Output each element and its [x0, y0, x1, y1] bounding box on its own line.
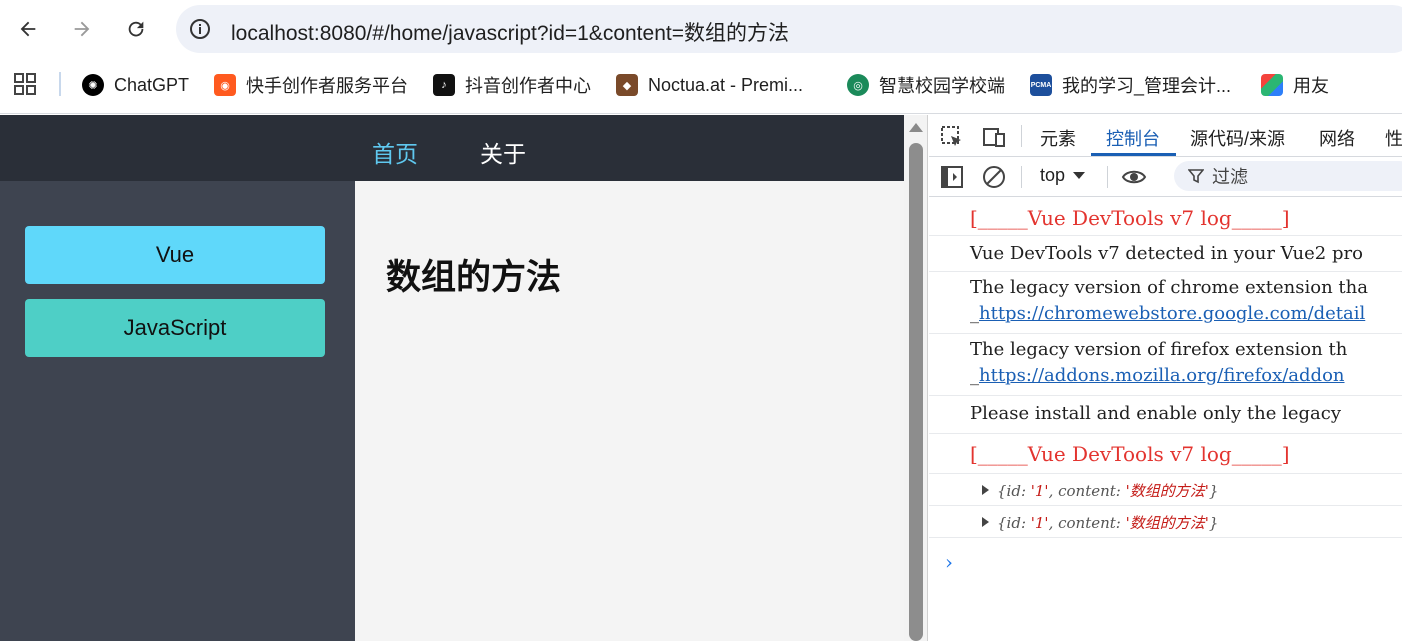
tab-sources[interactable]: 源代码/来源	[1190, 125, 1285, 151]
console-message: [_____Vue DevTools v7 log_____]	[929, 434, 1402, 474]
console-message: Please install and enable only the legac…	[929, 396, 1402, 434]
nav-link-about[interactable]: 关于	[480, 135, 526, 169]
bookmark-label: 我的学习_管理会计...	[1062, 76, 1232, 96]
console-object-row[interactable]: {id: '1', content: '数组的方法'}	[929, 474, 1402, 506]
bookmark-label: 抖音创作者中心	[465, 76, 591, 96]
active-tab-indicator	[1091, 153, 1176, 156]
page-scrollbar[interactable]	[904, 115, 928, 641]
nav-link-home[interactable]: 首页	[372, 135, 418, 169]
bookmark-label: 快手创作者服务平台	[246, 76, 408, 96]
forward-arrow-icon	[74, 21, 90, 37]
toolbar-divider	[1021, 166, 1022, 188]
context-selector[interactable]: top	[1040, 165, 1086, 186]
tab-network[interactable]: 网络	[1319, 125, 1355, 151]
pcma-icon: PCMA	[1030, 74, 1052, 96]
apps-grid-icon[interactable]	[14, 73, 36, 95]
forward-button[interactable]	[67, 14, 97, 44]
tab-console[interactable]: 控制台	[1106, 125, 1160, 151]
sidebar-javascript-button[interactable]: JavaScript	[25, 299, 325, 357]
log-text: [_____Vue DevTools v7 log_____]	[970, 206, 1290, 230]
bookmark-douyin[interactable]: ♪ 抖音创作者中心	[433, 71, 591, 99]
toolbar-divider	[1107, 166, 1108, 188]
bookmark-chatgpt[interactable]: ✺ ChatGPT	[82, 71, 189, 99]
tab-elements[interactable]: 元素	[1040, 125, 1076, 151]
sidebar-toggle-icon[interactable]	[939, 164, 965, 190]
live-expression-eye-icon[interactable]	[1121, 164, 1147, 190]
log-text: The legacy version of firefox extension …	[970, 339, 1348, 360]
object-preview: {id: '1', content: '数组的方法'}	[997, 514, 1219, 532]
bookmarks-bar: ✺ ChatGPT ◉ 快手创作者服务平台 ♪ 抖音创作者中心 ◆ Noctua…	[0, 58, 1402, 114]
console-message: Vue DevTools v7 detected in your Vue2 pr…	[929, 236, 1402, 272]
site-info-icon[interactable]	[188, 17, 212, 41]
scroll-up-arrow-icon[interactable]	[909, 123, 923, 132]
console-message: [_____Vue DevTools v7 log_____]	[929, 198, 1402, 236]
tab-performance[interactable]: 性	[1385, 125, 1402, 151]
scroll-thumb[interactable]	[909, 143, 923, 641]
devtools-tab-bar: 元素 控制台 源代码/来源 网络 性	[929, 115, 1402, 157]
chevron-down-icon	[1073, 172, 1086, 179]
log-link[interactable]: https://chromewebstore.google.com/detail	[979, 303, 1365, 324]
console-object-row[interactable]: {id: '1', content: '数组的方法'}	[929, 506, 1402, 538]
tab-divider	[1021, 125, 1022, 147]
console-filter-input[interactable]: 过滤	[1174, 161, 1402, 191]
kuaishou-icon: ◉	[214, 74, 236, 96]
log-text: The legacy version of chrome extension t…	[970, 277, 1368, 298]
bookmark-label: 智慧校园学校端	[879, 76, 1005, 96]
bookmark-kuaishou[interactable]: ◉ 快手创作者服务平台	[214, 71, 408, 99]
bookmark-label: 用友	[1293, 76, 1329, 96]
bookmark-campus[interactable]: ◎ 智慧校园学校端	[847, 71, 1005, 99]
console-output: [_____Vue DevTools v7 log_____] Vue DevT…	[929, 198, 1402, 641]
reload-button[interactable]	[121, 14, 151, 44]
object-preview: {id: '1', content: '数组的方法'}	[997, 482, 1219, 500]
sidebar-vue-button[interactable]: Vue	[25, 226, 325, 284]
console-message: The legacy version of firefox extension …	[929, 334, 1402, 396]
douyin-icon: ♪	[433, 74, 455, 96]
devtools-panel: 元素 控制台 源代码/来源 网络 性 top 过滤 [_____Vue DevT…	[929, 115, 1402, 641]
filter-placeholder: 过滤	[1212, 167, 1248, 187]
app-header: 首页 关于	[0, 115, 904, 181]
chatgpt-icon: ✺	[82, 74, 104, 96]
inspect-element-icon[interactable]	[939, 124, 965, 150]
back-button[interactable]	[13, 14, 43, 44]
url-text: localhost:8080/#/home/javascript?id=1&co…	[231, 22, 789, 45]
log-text: Please install and enable only the legac…	[970, 403, 1342, 424]
expand-triangle-icon[interactable]	[982, 517, 989, 527]
console-message: The legacy version of chrome extension t…	[929, 272, 1402, 334]
noctua-icon: ◆	[616, 74, 638, 96]
browser-toolbar: localhost:8080/#/home/javascript?id=1&co…	[0, 0, 1402, 58]
expand-triangle-icon[interactable]	[982, 485, 989, 495]
sidebar: Vue JavaScript	[0, 181, 355, 641]
campus-icon: ◎	[847, 74, 869, 96]
content-title: 数组的方法	[386, 258, 562, 298]
context-label: top	[1040, 165, 1066, 185]
address-bar[interactable]: localhost:8080/#/home/javascript?id=1&co…	[176, 5, 1402, 53]
web-page: 首页 关于 Vue JavaScript 数组的方法	[0, 115, 904, 641]
log-link[interactable]: https://addons.mozilla.org/firefox/addon	[979, 365, 1345, 386]
bookmark-pcma[interactable]: PCMA 我的学习_管理会计...	[1030, 71, 1231, 99]
bookmark-label: Noctua.at - Premi...	[648, 74, 804, 95]
back-arrow-icon	[20, 21, 36, 37]
bookmark-yonyou[interactable]: 用友	[1261, 71, 1329, 99]
main-content: 数组的方法	[355, 181, 904, 641]
clear-console-icon[interactable]	[981, 164, 1007, 190]
log-text: Vue DevTools v7 detected in your Vue2 pr…	[970, 243, 1363, 264]
device-toolbar-icon[interactable]	[981, 124, 1007, 150]
bookmark-label: ChatGPT	[114, 74, 190, 95]
console-toolbar: top 过滤	[929, 157, 1402, 197]
bookmark-noctua[interactable]: ◆ Noctua.at - Premi...	[616, 71, 803, 99]
bookmarks-separator	[59, 72, 61, 96]
console-prompt[interactable]: ›	[945, 550, 953, 574]
log-text: [_____Vue DevTools v7 log_____]	[970, 442, 1290, 466]
reload-icon	[128, 21, 144, 37]
filter-icon	[1188, 169, 1204, 184]
yonyou-icon	[1261, 74, 1283, 96]
